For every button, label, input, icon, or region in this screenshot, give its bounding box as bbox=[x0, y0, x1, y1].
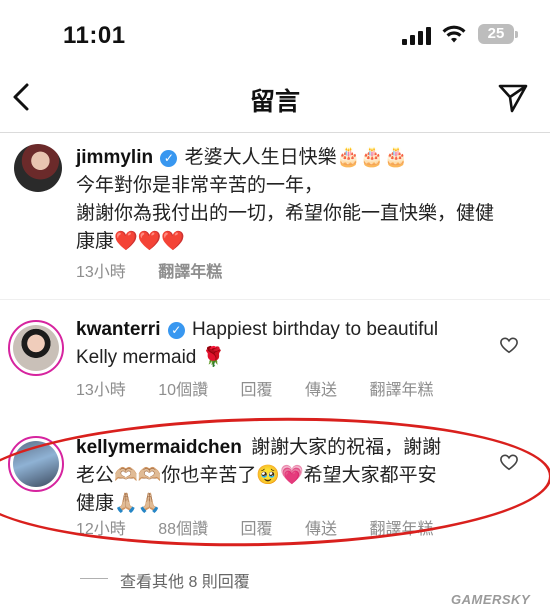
comment-kwanterri: kwanterri ✓ Happiest birthday to beautif… bbox=[76, 316, 496, 372]
wifi-icon bbox=[442, 25, 466, 43]
comment-time: 13小時 bbox=[76, 264, 126, 281]
username[interactable]: kwanterri bbox=[76, 319, 160, 340]
comment-line: 老婆大人生日快樂🎂🎂🎂 bbox=[184, 147, 408, 168]
view-more-replies-button[interactable]: 查看其他 8 則回覆 bbox=[120, 568, 250, 592]
username[interactable]: jimmylin bbox=[76, 147, 153, 168]
watermark: GAMERSKY bbox=[451, 592, 531, 607]
verified-badge-icon: ✓ bbox=[160, 150, 178, 167]
verified-badge-icon: ✓ bbox=[167, 322, 185, 339]
comment-meta: 13小時 翻譯年糕 bbox=[76, 258, 250, 282]
battery-tip bbox=[515, 31, 518, 38]
likes-count[interactable]: 10個讚 bbox=[158, 382, 208, 399]
avatar-image bbox=[13, 325, 59, 371]
avatar[interactable] bbox=[14, 144, 62, 192]
avatar[interactable] bbox=[8, 320, 64, 376]
battery-icon: 25 bbox=[478, 24, 514, 44]
status-time: 11:01 bbox=[63, 22, 126, 49]
translate-button[interactable]: 翻譯年糕 bbox=[158, 264, 222, 281]
send-icon[interactable] bbox=[497, 82, 529, 114]
comment-meta: 13小時 10個讚 回覆 傳送 翻譯年糕 bbox=[76, 376, 461, 400]
comment-line: 今年對你是非常辛苦的一年， bbox=[76, 175, 324, 196]
highlight-annotation bbox=[0, 411, 550, 553]
header-divider bbox=[0, 132, 550, 133]
comment-line: Happiest birthday to beautiful bbox=[192, 319, 439, 340]
comment-line: 謝謝你為我付出的一切，希望你能一直快樂，健健 bbox=[76, 203, 495, 224]
comment-time: 13小時 bbox=[76, 382, 126, 399]
comment-line: Kelly mermaid 🌹 bbox=[76, 347, 226, 368]
comment-jimmylin: jimmylin ✓ 老婆大人生日快樂🎂🎂🎂 今年對你是非常辛苦的一年， 謝謝你… bbox=[76, 144, 536, 256]
battery-level: 25 bbox=[487, 25, 505, 42]
signal-icon bbox=[402, 27, 431, 45]
page-title: 留言 bbox=[249, 88, 300, 116]
translate-button[interactable]: 翻譯年糕 bbox=[369, 382, 433, 399]
more-replies-line bbox=[80, 578, 108, 579]
send-button[interactable]: 傳送 bbox=[305, 382, 337, 399]
reply-button[interactable]: 回覆 bbox=[241, 382, 273, 399]
comment-separator bbox=[0, 299, 550, 300]
comment-line: 康康❤️❤️❤️ bbox=[76, 231, 185, 252]
heart-icon[interactable] bbox=[500, 337, 518, 354]
